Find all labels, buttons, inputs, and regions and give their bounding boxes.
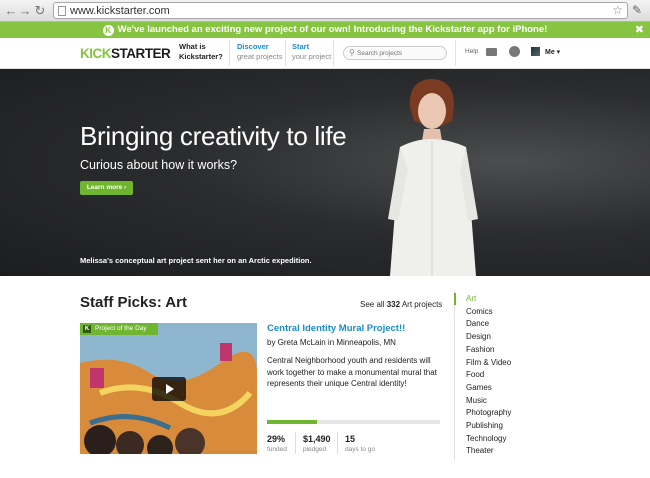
wrench-icon[interactable]: ✎ <box>632 3 642 17</box>
category-item[interactable]: Comics <box>466 306 511 319</box>
hero-subtitle: Curious about how it works? <box>80 158 238 172</box>
announcement-bar: K We've launched an exciting new project … <box>0 22 650 38</box>
category-item[interactable]: Games <box>466 382 511 395</box>
learn-more-button[interactable]: Learn more › <box>80 181 133 195</box>
project-title[interactable]: Central Identity Mural Project!! <box>267 323 405 334</box>
back-icon[interactable]: ← <box>4 3 18 18</box>
nav-divider <box>455 40 456 66</box>
url-text: www.kickstarter.com <box>70 5 170 17</box>
category-item[interactable]: Technology <box>466 433 511 446</box>
category-item[interactable]: Photography <box>466 407 511 420</box>
category-item[interactable]: Publishing <box>466 420 511 433</box>
kickstarter-k-icon: K <box>102 25 114 36</box>
close-icon[interactable]: ✖ <box>635 22 644 38</box>
category-item[interactable]: Design <box>466 331 511 344</box>
site-header: KICKSTARTER What is Kickstarter? Discover… <box>0 38 650 69</box>
nav-discover[interactable]: Discover great projects <box>237 42 282 62</box>
stat-divider <box>295 432 296 454</box>
nav-what-is[interactable]: What is Kickstarter? <box>179 42 223 62</box>
stat-funded: 29% funded <box>267 434 287 453</box>
play-icon[interactable] <box>152 377 186 401</box>
stat-divider <box>337 432 338 454</box>
user-menu[interactable]: Me ▾ <box>545 48 560 56</box>
browser-toolbar: ← → ↻ www.kickstarter.com ☆ ✎ <box>0 0 650 22</box>
project-of-the-day-badge: K Project of the Day <box>80 323 158 335</box>
active-category-marker <box>454 293 456 305</box>
nav-divider <box>333 40 334 66</box>
category-item[interactable]: Dance <box>466 318 511 331</box>
category-item[interactable]: Fashion <box>466 344 511 357</box>
search-icon: ⚲ <box>349 48 355 57</box>
kickstarter-k-icon: K <box>83 325 91 333</box>
stat-pledged: $1,490 pledged <box>303 434 331 453</box>
see-all-link[interactable]: See all 332 Art projects <box>360 300 442 309</box>
category-item[interactable]: Food <box>466 369 511 382</box>
nav-start[interactable]: Start your project <box>292 42 331 62</box>
hero-person-image <box>388 79 478 276</box>
category-item[interactable]: Theater <box>466 445 511 458</box>
nav-divider <box>285 40 286 66</box>
project-description: Central Neighborhood youth and residents… <box>267 356 437 388</box>
search-box[interactable]: ⚲ <box>343 46 447 60</box>
kickstarter-logo[interactable]: KICKSTARTER <box>80 46 171 61</box>
address-bar[interactable]: www.kickstarter.com ☆ <box>53 2 628 19</box>
forward-icon[interactable]: → <box>18 3 32 18</box>
category-item[interactable]: Music <box>466 395 511 408</box>
help-link[interactable]: Help <box>465 48 478 55</box>
stat-days-to-go: 15 days to go <box>345 434 375 453</box>
hero-banner: Bringing creativity to life Curious abou… <box>0 69 650 276</box>
category-item[interactable]: Art <box>466 293 511 306</box>
funding-progress-bar <box>267 420 440 424</box>
announcement-text[interactable]: We've launched an exciting new project o… <box>118 24 548 35</box>
mail-icon[interactable] <box>486 48 497 56</box>
hero-title: Bringing creativity to life <box>80 121 347 151</box>
globe-icon[interactable] <box>509 46 520 57</box>
bookmark-star-icon[interactable]: ☆ <box>612 3 623 17</box>
project-author: by Greta McLain in Minneapolis, MN <box>267 338 396 347</box>
category-item[interactable]: Film & Video <box>466 357 511 370</box>
section-title: Staff Picks: Art <box>80 294 187 311</box>
page-icon <box>58 6 66 16</box>
category-list: Art Comics Dance Design Fashion Film & Video F… <box>466 293 511 458</box>
avatar[interactable] <box>531 47 540 56</box>
category-sidebar-divider <box>454 290 455 460</box>
search-input[interactable] <box>357 48 443 58</box>
reload-icon[interactable]: ↻ <box>33 3 47 18</box>
hero-caption[interactable]: Melissa's conceptual art project sent he… <box>80 256 312 265</box>
nav-divider <box>229 40 230 66</box>
